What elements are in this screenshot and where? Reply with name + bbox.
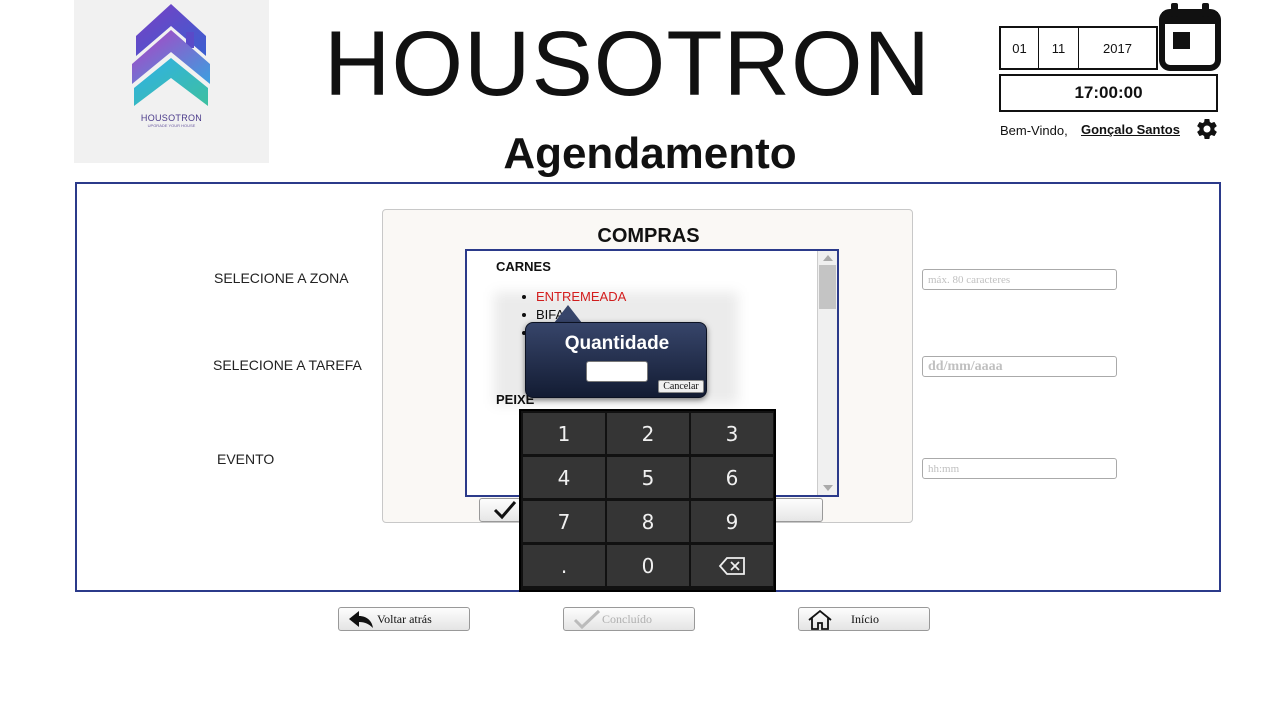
quantity-cancel-button[interactable]: Cancelar <box>658 380 704 393</box>
key-6[interactable]: 6 <box>691 457 773 498</box>
date-year: 2017 <box>1103 40 1132 56</box>
logo-text: HOUSOTRON <box>140 113 203 123</box>
key-4[interactable]: 4 <box>523 457 605 498</box>
task-label: SELECIONE A TAREFA <box>213 357 362 373</box>
quantity-input[interactable] <box>586 361 648 382</box>
date-month: 11 <box>1039 28 1079 68</box>
date-display[interactable]: 01 11 2017 <box>999 26 1158 70</box>
list-scrollbar[interactable] <box>817 251 837 495</box>
home-button[interactable]: Início <box>798 607 930 631</box>
date-input[interactable] <box>922 356 1117 377</box>
key-0[interactable]: 0 <box>607 545 689 586</box>
page-title: Agendamento <box>503 129 797 178</box>
key-3[interactable]: 3 <box>691 413 773 454</box>
numeric-keypad: 1 2 3 4 5 6 7 8 9 . 0 <box>519 409 776 592</box>
key-2[interactable]: 2 <box>607 413 689 454</box>
home-label: Início <box>851 612 879 626</box>
user-link[interactable]: Gonçalo Santos <box>1081 122 1180 137</box>
key-7[interactable]: 7 <box>523 501 605 542</box>
confirm-selection-button[interactable] <box>479 498 521 522</box>
zone-label: SELECIONE A ZONA <box>214 270 349 286</box>
date-day: 01 <box>1001 28 1039 68</box>
back-button[interactable]: Voltar atrás <box>338 607 470 631</box>
time-display: 17:00:00 <box>999 74 1218 112</box>
key-backspace[interactable] <box>691 545 773 586</box>
key-decimal[interactable]: . <box>523 545 605 586</box>
backspace-icon <box>718 556 745 575</box>
quantity-popup: Quantidade Cancelar <box>525 322 707 398</box>
key-5[interactable]: 5 <box>607 457 689 498</box>
description-input[interactable] <box>922 269 1117 290</box>
time-input[interactable] <box>922 458 1117 479</box>
popup-pointer <box>554 305 582 323</box>
done-button[interactable]: Concluído <box>563 607 695 631</box>
check-icon <box>493 501 517 520</box>
shopping-title: COMPRAS <box>597 225 700 247</box>
key-9[interactable]: 9 <box>691 501 773 542</box>
key-8[interactable]: 8 <box>607 501 689 542</box>
cancel-selection-button[interactable] <box>772 498 823 522</box>
category-carnes: CARNES <box>496 259 551 274</box>
home-icon <box>808 609 832 630</box>
check-icon <box>573 609 601 630</box>
key-1[interactable]: 1 <box>523 413 605 454</box>
quantity-title: Quantidade <box>564 333 670 354</box>
logo: HOUSOTRON UPGRADE YOUR HOUSE <box>74 0 269 163</box>
logo-tagline: UPGRADE YOUR HOUSE <box>147 123 196 128</box>
back-arrow-icon <box>349 611 373 628</box>
scroll-down-icon[interactable] <box>823 485 833 491</box>
event-label: EVENTO <box>217 451 275 467</box>
welcome-text: Bem-Vindo, <box>1000 123 1068 138</box>
app-title: HOUSOTRON <box>324 13 931 115</box>
scroll-up-icon[interactable] <box>823 255 833 261</box>
calendar-icon[interactable] <box>1159 2 1221 72</box>
back-label: Voltar atrás <box>377 612 432 626</box>
house-logo-icon <box>132 4 210 106</box>
done-label: Concluído <box>602 612 652 626</box>
scroll-thumb[interactable] <box>819 265 836 309</box>
gear-icon[interactable] <box>1195 117 1219 141</box>
